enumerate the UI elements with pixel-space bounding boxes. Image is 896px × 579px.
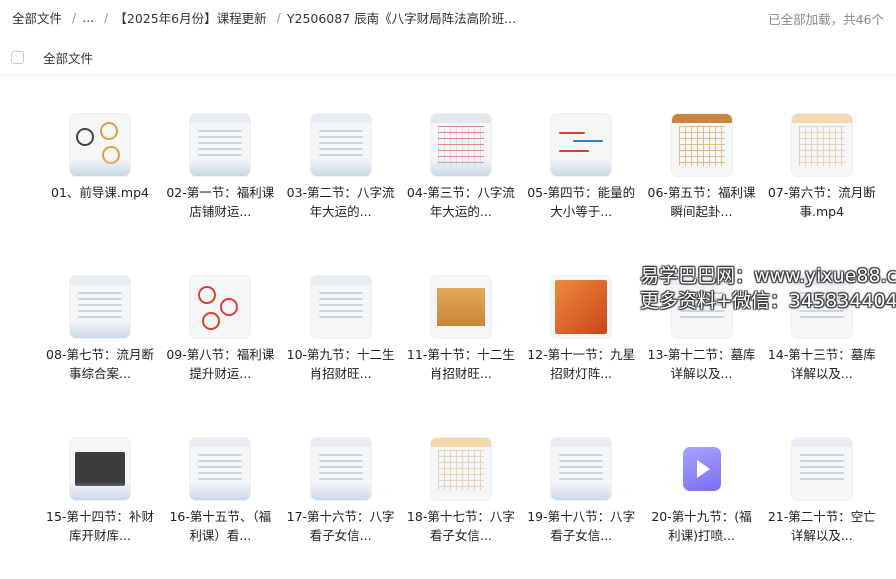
file-name[interactable]: 04-第三节：八字流年大运的... [401, 183, 521, 221]
file-item[interactable]: 07-第六节：流月断事.mp4 [762, 114, 882, 221]
file-item[interactable]: 16-第十五节、（福利课）看... [160, 438, 280, 545]
watermark-line-2: 更多资料+微信：3458344044 [640, 290, 896, 312]
file-item[interactable]: 17-第十六节：八字看子女信... [281, 438, 401, 545]
file-item[interactable]: 10-第九节：十二生肖招财旺... [281, 276, 401, 383]
file-name[interactable]: 08-第七节：流月断事综合案... [40, 345, 160, 383]
file-thumbnail [791, 438, 852, 500]
select-all-checkbox[interactable] [11, 51, 24, 64]
file-thumbnail [70, 114, 130, 176]
file-thumbnail [551, 114, 612, 176]
file-name[interactable]: 06-第五节：福利课 瞬间起卦... [642, 183, 762, 221]
file-name[interactable]: 12-第十一节：九星招财灯阵... [521, 345, 641, 383]
file-item[interactable]: 21-第二十节：空亡详解以及... [762, 438, 882, 545]
file-thumbnail [310, 438, 371, 500]
file-name[interactable]: 14-第十三节：墓库详解以及... [762, 345, 882, 383]
file-thumbnail [70, 276, 130, 338]
watermark: 易学巴巴网：www.yixue88.cn 更多资料+微信：3458344044 [640, 264, 896, 314]
file-name[interactable]: 19-第十八节：八字看子女信... [521, 507, 641, 545]
select-all-bar: 全部文件 [0, 40, 896, 76]
file-item[interactable]: 04-第三节：八字流年大运的... [401, 114, 521, 221]
file-thumbnail [551, 276, 612, 338]
file-thumbnail [190, 114, 251, 176]
file-item[interactable]: 01、前导课.mp4 [40, 114, 160, 221]
file-name[interactable]: 09-第八节：福利课 提升财运... [160, 345, 280, 383]
file-name[interactable]: 13-第十二节：墓库详解以及... [642, 345, 762, 383]
breadcrumb-parent[interactable]: 【2025年6月份】课程更新 [114, 8, 266, 27]
file-name[interactable]: 05-第四节：能量的大小等于... [521, 183, 641, 221]
watermark-line-1: 易学巴巴网：www.yixue88.cn [640, 265, 896, 287]
file-name[interactable]: 01、前导课.mp4 [40, 183, 160, 221]
file-name[interactable]: 03-第二节：八字流年大运的... [281, 183, 401, 221]
file-thumbnail [551, 438, 612, 500]
file-item[interactable]: 09-第八节：福利课 提升财运... [160, 276, 280, 383]
file-thumbnail [310, 276, 371, 338]
file-thumbnail [190, 438, 251, 500]
file-thumbnail [791, 114, 852, 176]
file-item[interactable]: 19-第十八节：八字看子女信... [521, 438, 641, 545]
file-name[interactable]: 11-第十节：十二生肖招财旺... [401, 345, 521, 383]
file-item[interactable]: 18-第十七节：八字看子女信... [401, 438, 521, 545]
file-item[interactable]: 15-第十四节：补财库开财库... [40, 438, 160, 545]
file-item[interactable]: 02-第一节：福利课 店铺财运... [160, 114, 280, 221]
file-item[interactable]: 11-第十节：十二生肖招财旺... [401, 276, 521, 383]
file-name[interactable]: 16-第十五节、（福利课）看... [160, 507, 280, 545]
file-name[interactable]: 07-第六节：流月断事.mp4 [762, 183, 882, 221]
file-thumbnail [671, 114, 732, 176]
file-item[interactable]: 03-第二节：八字流年大运的... [281, 114, 401, 221]
file-name[interactable]: 10-第九节：十二生肖招财旺... [281, 345, 401, 383]
file-name[interactable]: 21-第二十节：空亡详解以及... [762, 507, 882, 545]
file-name[interactable]: 20-第十九节：(福利课)打喷... [642, 507, 762, 545]
file-thumbnail [430, 114, 491, 176]
file-item[interactable]: 06-第五节：福利课 瞬间起卦... [642, 114, 762, 221]
file-name[interactable]: 17-第十六节：八字看子女信... [281, 507, 401, 545]
video-file-icon [672, 438, 732, 500]
breadcrumb: 全部文件 / ... / 【2025年6月份】课程更新 / Y2506087 辰… [12, 8, 517, 27]
file-item[interactable]: 20-第十九节：(福利课)打喷... [642, 438, 762, 545]
load-status: 已全部加载，共46个 [768, 12, 884, 27]
file-name[interactable]: 15-第十四节：补财库开财库... [40, 507, 160, 545]
file-thumbnail [70, 438, 130, 500]
breadcrumb-ellipsis[interactable]: ... [82, 10, 94, 25]
select-all-label: 全部文件 [43, 51, 94, 66]
breadcrumb-current: Y2506087 辰南《八字财局阵法高阶班... [286, 10, 517, 26]
breadcrumb-root[interactable]: 全部文件 [12, 8, 62, 27]
file-name[interactable]: 02-第一节：福利课 店铺财运... [160, 183, 280, 221]
file-thumbnail [190, 276, 251, 338]
file-thumbnail [430, 438, 491, 500]
file-name[interactable]: 18-第十七节：八字看子女信... [401, 507, 521, 545]
file-thumbnail [310, 114, 371, 176]
file-item[interactable]: 12-第十一节：九星招财灯阵... [521, 276, 641, 383]
file-thumbnail [430, 276, 491, 338]
file-item[interactable]: 08-第七节：流月断事综合案... [40, 276, 160, 383]
file-item[interactable]: 05-第四节：能量的大小等于... [521, 114, 641, 221]
